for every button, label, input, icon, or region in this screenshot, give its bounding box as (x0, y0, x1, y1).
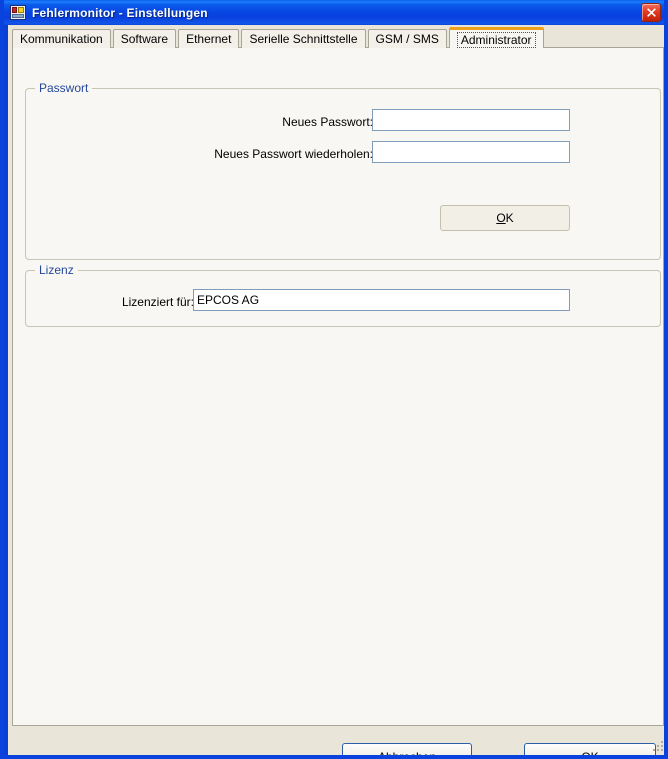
label-repeat-password: Neues Passwort wiederholen: (214, 147, 373, 161)
tab-administrator[interactable]: Administrator (448, 27, 544, 48)
input-new-password[interactable] (372, 109, 570, 131)
tab-serielle-schnittstelle-label: Serielle Schnittstelle (249, 32, 358, 46)
label-licensed-for: Lizenziert für: (121, 295, 194, 309)
app-window-icon (10, 5, 26, 20)
window-title: Fehlermonitor - Einstellungen (32, 5, 208, 20)
tab-page-administrator: Passwort Neues Passwort: Neues Passwort … (12, 47, 664, 726)
tab-kommunikation[interactable]: Kommunikation (12, 29, 111, 48)
tab-ethernet[interactable]: Ethernet (178, 29, 240, 48)
tab-kommunikation-label: Kommunikation (20, 32, 103, 46)
tab-serielle-schnittstelle[interactable]: Serielle Schnittstelle (241, 29, 366, 48)
tab-software[interactable]: Software (112, 29, 177, 48)
input-licensed-for[interactable]: EPCOS AG (193, 289, 570, 311)
ok-button[interactable]: OK (524, 743, 656, 759)
cancel-accel: A (377, 749, 386, 759)
label-new-password: Neues Passwort: (282, 115, 373, 129)
password-ok-button[interactable]: OK (440, 205, 570, 231)
tab-gsm-sms[interactable]: GSM / SMS (367, 29, 447, 48)
settings-window: Fehlermonitor - Einstellungen Passwort N… (0, 0, 668, 759)
tab-ethernet-label: Ethernet (186, 32, 232, 46)
group-passwort-legend: Passwort (35, 81, 93, 95)
group-passwort: Passwort Neues Passwort: Neues Passwort … (25, 81, 661, 260)
group-lizenz: Lizenz Lizenziert für: EPCOS AG (25, 263, 661, 327)
title-bar: Fehlermonitor - Einstellungen (4, 0, 664, 25)
close-icon[interactable] (641, 3, 661, 22)
input-repeat-password[interactable] (372, 141, 570, 163)
password-ok-rest: K (505, 211, 514, 225)
ok-accel: O (581, 749, 591, 759)
tab-administrator-label: Administrator (456, 31, 536, 48)
group-lizenz-legend: Lizenz (35, 263, 78, 277)
tab-software-label: Software (120, 32, 169, 46)
dialog-client-area: Passwort Neues Passwort: Neues Passwort … (8, 25, 664, 755)
tab-gsm-sms-label: GSM / SMS (375, 32, 439, 46)
ok-rest: K (590, 749, 599, 759)
password-ok-accel: O (496, 211, 506, 225)
tab-strip: Kommunikation Software Ethernet Serielle… (12, 27, 546, 48)
resize-grip-icon[interactable] (651, 739, 664, 753)
cancel-button[interactable]: Abbrechen (342, 743, 472, 759)
cancel-rest: bbrechen (385, 749, 437, 759)
